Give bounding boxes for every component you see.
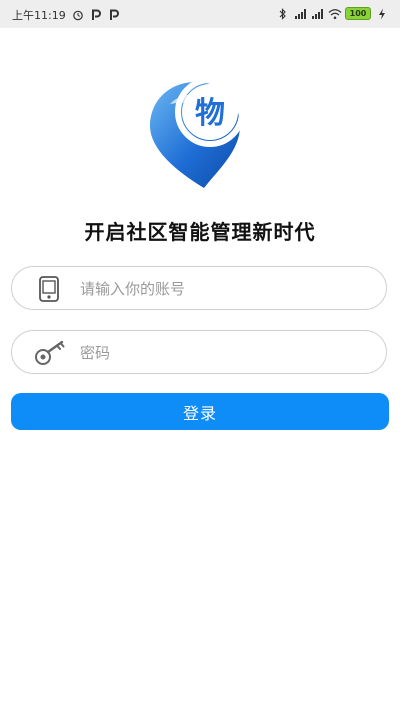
status-time: 上午11:19 xyxy=(12,9,66,22)
phone-icon xyxy=(34,275,68,303)
p-icon xyxy=(90,9,102,21)
app-logo: 物 xyxy=(148,77,252,190)
bluetooth-icon xyxy=(277,7,289,20)
status-right: 100 xyxy=(277,7,388,20)
password-field[interactable] xyxy=(11,330,387,374)
logo-glyph: 物 xyxy=(195,96,225,131)
account-field[interactable] xyxy=(11,266,387,310)
p-icon xyxy=(108,9,120,21)
signal-icon xyxy=(294,8,306,20)
status-bar: 上午11:19 100 xyxy=(0,0,400,28)
battery-level: 100 xyxy=(349,9,367,18)
login-button[interactable]: 登录 xyxy=(11,393,389,430)
account-input[interactable] xyxy=(78,273,372,305)
alarm-icon xyxy=(72,9,84,21)
key-icon xyxy=(34,339,68,367)
battery-icon: 100 xyxy=(345,7,371,20)
wifi-icon xyxy=(328,8,342,20)
signal-icon xyxy=(311,8,323,20)
app-tagline: 开启社区智能管理新时代 xyxy=(84,220,316,244)
password-input[interactable] xyxy=(78,337,372,369)
status-left: 上午11:19 xyxy=(12,7,120,23)
charging-icon xyxy=(376,8,388,20)
